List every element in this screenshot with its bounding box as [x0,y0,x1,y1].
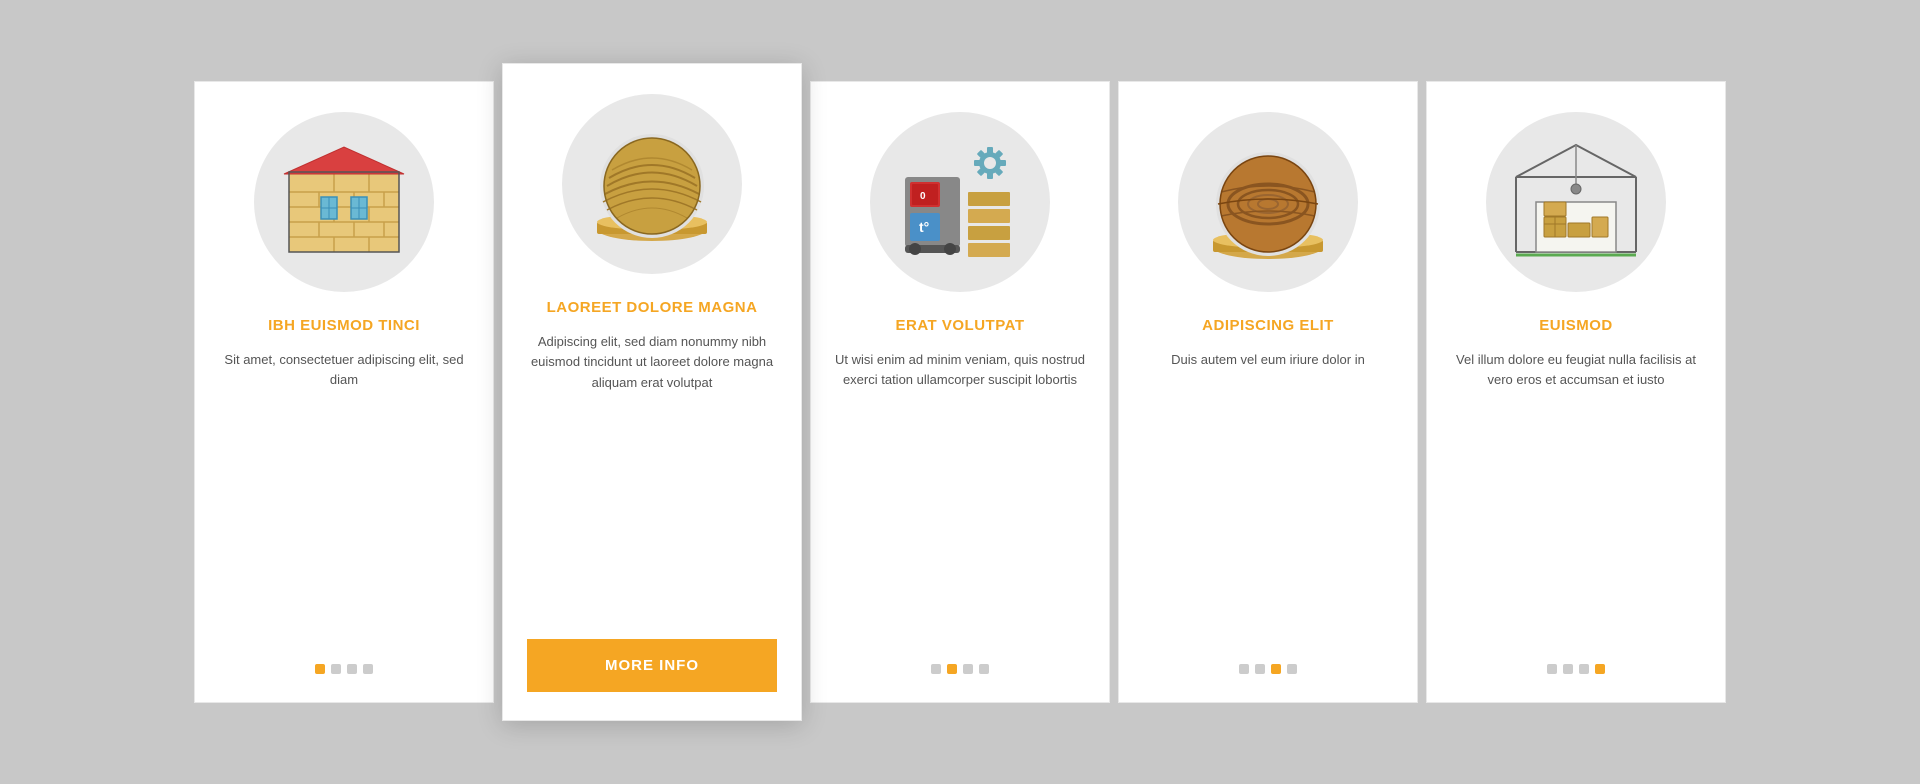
card-1: IBH EUISMOD TINCI Sit amet, consectetuer … [194,81,494,703]
dot-2 [1255,664,1265,674]
cards-container: IBH EUISMOD TINCI Sit amet, consectetuer … [160,81,1760,703]
dot-3 [963,664,973,674]
dot-1 [931,664,941,674]
dot-2 [1563,664,1573,674]
dot-1 [1547,664,1557,674]
card-body-3: Ut wisi enim ad minim veniam, quis nostr… [835,350,1085,643]
card-dots-5 [1547,664,1605,674]
card-title-2: LAOREET DOLORE MAGNA [547,298,758,318]
card-dots-3 [931,664,989,674]
card-icon-circle-2 [562,94,742,274]
dot-1 [1239,664,1249,674]
dot-4 [1287,664,1297,674]
more-info-button[interactable]: MORE INFO [527,639,777,692]
dot-2 [331,664,341,674]
card-4: ADIPISCING ELIT Duis autem vel eum iriure… [1118,81,1418,703]
card-title-1: IBH EUISMOD TINCI [268,316,420,336]
card-title-5: EUISMOD [1539,316,1613,336]
card-2: LAOREET DOLORE MAGNA Adipiscing elit, sed… [502,63,802,721]
card-icon-circle-1 [254,112,434,292]
card-title-4: ADIPISCING ELIT [1202,316,1334,336]
dot-4 [979,664,989,674]
dot-4 [1595,664,1605,674]
dot-4 [363,664,373,674]
card-body-4: Duis autem vel eum iriure dolor in [1171,350,1365,643]
card-icon-circle-5 [1486,112,1666,292]
dot-3 [1271,664,1281,674]
card-dots-4 [1239,664,1297,674]
card-body-5: Vel illum dolore eu feugiat nulla facili… [1451,350,1701,643]
card-title-3: ERAT VOLUTPAT [896,316,1025,336]
card-5: EUISMOD Vel illum dolore eu feugiat nulla… [1426,81,1726,703]
card-dots-1 [315,664,373,674]
dot-3 [347,664,357,674]
svg-text:t°: t° [919,219,929,235]
svg-text:0: 0 [920,191,926,202]
card-icon-circle-4 [1178,112,1358,292]
dot-1 [315,664,325,674]
card-body-2: Adipiscing elit, sed diam nonummy nibh e… [527,332,777,618]
card-body-1: Sit amet, consectetuer adipiscing elit, … [219,350,469,643]
dot-3 [1579,664,1589,674]
card-icon-circle-3: 0 t° [870,112,1050,292]
card-3: 0 t° ERAT VOLUTPAT Ut wisi enim ad minim … [810,81,1110,703]
dot-2 [947,664,957,674]
